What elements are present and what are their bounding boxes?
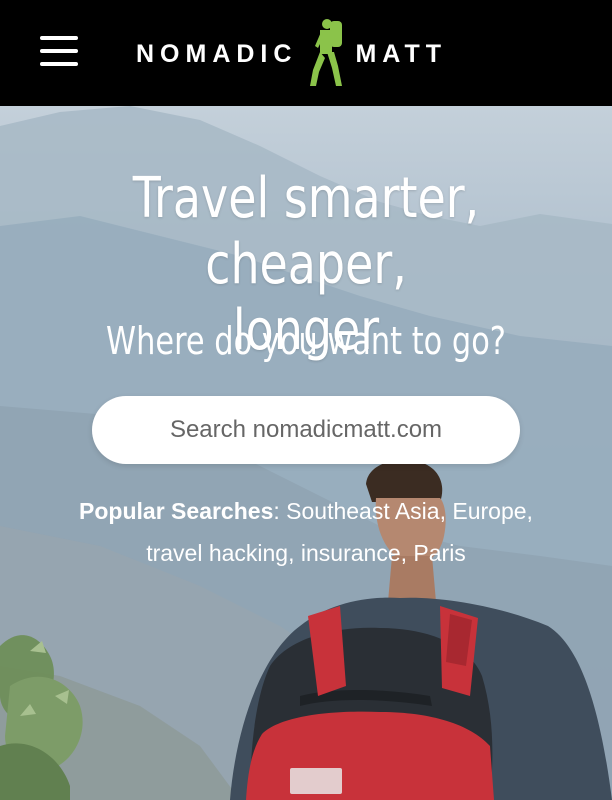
logo-text-right: MATT	[355, 39, 448, 68]
popular-link-paris[interactable]: Paris	[413, 540, 465, 566]
logo-text-left: NOMADIC	[136, 39, 298, 68]
search-input[interactable]	[92, 396, 520, 464]
popular-link-insurance[interactable]: insurance	[301, 540, 401, 566]
hamburger-menu-icon[interactable]	[40, 36, 78, 66]
site-header: NOMADIC MATT	[0, 0, 612, 106]
hero-section: Travel smarter, cheaper, longer Where do…	[0, 106, 612, 800]
popular-separator: :	[273, 498, 287, 524]
headline-line-1: Travel smarter, cheaper,	[132, 166, 480, 297]
site-logo[interactable]: NOMADIC MATT	[136, 14, 447, 94]
popular-link-europe[interactable]: Europe	[452, 498, 526, 524]
popular-link-southeast-asia[interactable]: Southeast Asia	[286, 498, 439, 524]
popular-link-travel-hacking[interactable]: travel hacking	[146, 540, 288, 566]
popular-searches: Popular Searches: Southeast Asia, Europe…	[20, 490, 592, 574]
hiker-logo-icon	[310, 19, 343, 86]
hero-subhead: Where do you want to go?	[106, 319, 506, 363]
popular-link-separator: ,	[288, 540, 301, 566]
popular-link-separator: ,	[439, 498, 453, 524]
popular-link-separator: ,	[400, 540, 414, 566]
popular-searches-label: Popular Searches	[79, 498, 274, 524]
popular-link-separator: ,	[526, 498, 533, 524]
